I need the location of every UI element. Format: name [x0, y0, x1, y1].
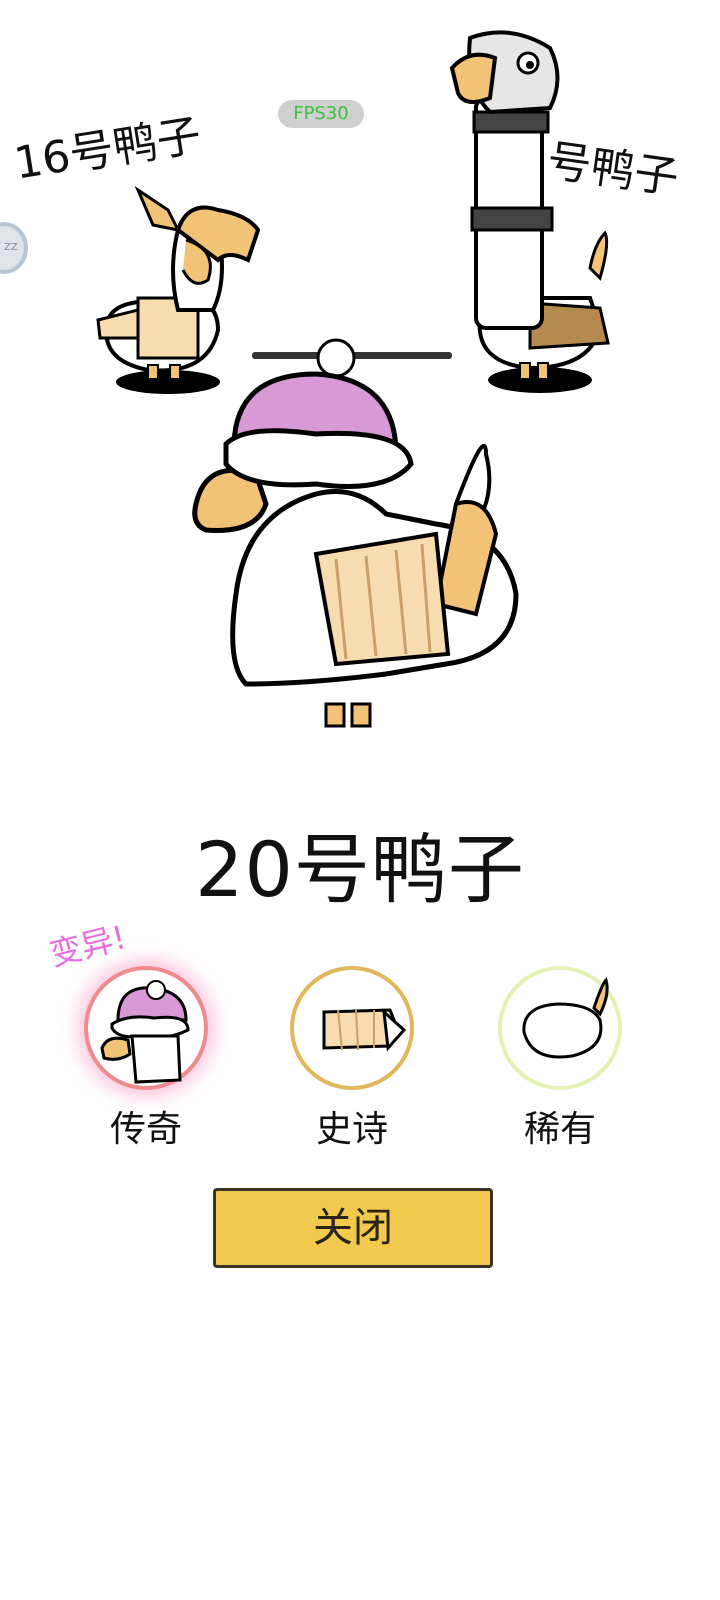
part-slot-rare[interactable]	[498, 966, 622, 1090]
part-slot-epic[interactable]	[290, 966, 414, 1090]
floating-assistant-bubble[interactable]: ZZ	[0, 222, 28, 274]
scarf-part-icon	[322, 1008, 407, 1052]
fps-counter: FPS30	[278, 100, 364, 128]
body-part-icon	[522, 977, 609, 1059]
hat-part-icon	[100, 980, 190, 1084]
close-button[interactable]: 关闭	[213, 1188, 493, 1268]
rarity-label-rare: 稀有	[523, 1109, 596, 1150]
duck-name-title: 20号鸭子	[195, 825, 525, 914]
main-duck-illustration	[192, 338, 519, 728]
rarity-label-epic: 史诗	[315, 1109, 388, 1150]
part-slot-legendary[interactable]	[84, 966, 208, 1090]
rarity-label-legendary: 传奇	[109, 1109, 182, 1150]
mutation-tag: 变异!	[45, 917, 130, 974]
